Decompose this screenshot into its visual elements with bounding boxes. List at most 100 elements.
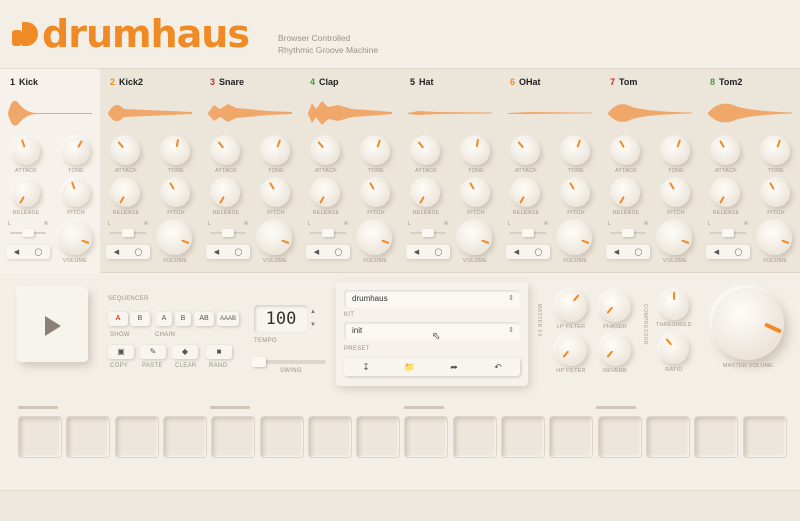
instrument-channel-tom2[interactable]: 8 Tom2 ATTACK TONE RELEASE PITCH L R ◀ ◯ …	[700, 69, 800, 274]
chain-aaab-button[interactable]: AAAB	[217, 312, 239, 326]
sequencer-step[interactable]	[18, 416, 62, 458]
attack-knob[interactable]	[612, 137, 640, 165]
tone-knob[interactable]	[62, 137, 90, 165]
tempo-stepper[interactable]: ▲ ▼	[310, 306, 316, 332]
instrument-channel-kick[interactable]: 1 Kick ATTACK TONE RELEASE PITCH L R ◀ ◯ …	[0, 69, 100, 274]
tone-knob[interactable]	[162, 137, 190, 165]
pan-thumb[interactable]	[22, 229, 34, 237]
pan-slider[interactable]: L R	[6, 221, 50, 239]
attack-knob[interactable]	[12, 137, 40, 165]
swing-thumb[interactable]	[252, 357, 266, 367]
preset-select[interactable]: drumhaus ⇕	[344, 290, 520, 308]
tone-knob[interactable]	[662, 137, 690, 165]
tempo-up-icon[interactable]: ▲	[310, 306, 316, 319]
chain-ab-button[interactable]: AB	[194, 312, 214, 326]
reset-icon[interactable]: ↶	[476, 358, 520, 376]
chain-a-button[interactable]: A	[156, 312, 172, 326]
sequencer-step[interactable]	[501, 416, 545, 458]
pan-slider[interactable]: L R	[706, 221, 750, 239]
attack-knob[interactable]	[212, 137, 240, 165]
ratio-knob[interactable]	[659, 334, 689, 364]
release-knob[interactable]	[112, 179, 140, 207]
pan-slider[interactable]: L R	[506, 221, 550, 239]
pitch-knob[interactable]	[462, 179, 490, 207]
attack-knob[interactable]	[512, 137, 540, 165]
mute-speaker-icon[interactable]: ◀	[14, 248, 19, 256]
tone-knob[interactable]	[462, 137, 490, 165]
pitch-knob[interactable]	[62, 179, 90, 207]
tone-knob[interactable]	[562, 137, 590, 165]
sequencer-step[interactable]	[162, 416, 207, 458]
hp-filter-knob[interactable]	[555, 334, 587, 366]
lp-filter-knob[interactable]	[555, 290, 587, 322]
pan-slider[interactable]: L R	[106, 221, 150, 239]
attack-knob[interactable]	[712, 137, 740, 165]
phaser-knob[interactable]	[599, 290, 631, 322]
headphones-icon[interactable]: ◯	[134, 248, 142, 256]
sequencer-step[interactable]	[259, 416, 304, 458]
pan-thumb[interactable]	[622, 229, 634, 237]
sequencer-step[interactable]	[549, 416, 594, 458]
volume-knob[interactable]	[658, 221, 692, 255]
volume-knob[interactable]	[58, 221, 92, 255]
tone-knob[interactable]	[262, 137, 290, 165]
mute-speaker-icon[interactable]: ◀	[214, 248, 219, 256]
pan-thumb[interactable]	[322, 229, 334, 237]
release-knob[interactable]	[412, 179, 440, 207]
mute-speaker-icon[interactable]: ◀	[114, 248, 119, 256]
headphones-icon[interactable]: ◯	[334, 248, 342, 256]
master-volume-knob[interactable]	[712, 288, 784, 360]
headphones-icon[interactable]: ◯	[634, 248, 642, 256]
release-knob[interactable]	[212, 179, 240, 207]
headphones-icon[interactable]: ◯	[734, 248, 742, 256]
pan-slider[interactable]: L R	[206, 221, 250, 239]
instrument-title[interactable]: 3 Snare	[210, 77, 244, 87]
pitch-knob[interactable]	[262, 179, 290, 207]
instrument-channel-ohat[interactable]: 6 OHat ATTACK TONE RELEASE PITCH L R ◀ ◯ …	[500, 69, 600, 274]
instrument-title[interactable]: 7 Tom	[610, 77, 637, 87]
headphones-icon[interactable]: ◯	[234, 248, 242, 256]
sequencer-step[interactable]	[452, 416, 497, 458]
threshold-knob[interactable]	[659, 290, 689, 320]
instrument-title[interactable]: 8 Tom2	[710, 77, 742, 87]
sequencer-step[interactable]	[694, 416, 739, 458]
mute-speaker-icon[interactable]: ◀	[414, 248, 419, 256]
reverb-knob[interactable]	[599, 334, 631, 366]
instrument-title[interactable]: 4 Clap	[310, 77, 339, 87]
headphones-icon[interactable]: ◯	[434, 248, 442, 256]
instrument-channel-tom[interactable]: 7 Tom ATTACK TONE RELEASE PITCH L R ◀ ◯ V…	[600, 69, 700, 274]
release-knob[interactable]	[612, 179, 640, 207]
attack-knob[interactable]	[112, 137, 140, 165]
release-knob[interactable]	[12, 179, 40, 207]
mute-speaker-icon[interactable]: ◀	[714, 248, 719, 256]
attack-knob[interactable]	[312, 137, 340, 165]
copy-button[interactable]: ▣	[108, 345, 134, 359]
sequencer-step[interactable]	[742, 416, 787, 458]
share-icon[interactable]: ➦	[432, 358, 476, 376]
sequencer-step[interactable]	[645, 416, 690, 458]
sequencer-step[interactable]	[356, 416, 401, 458]
chain-b-button[interactable]: B	[175, 312, 191, 326]
headphones-icon[interactable]: ◯	[534, 248, 542, 256]
clear-button[interactable]: ◆	[172, 345, 198, 359]
pan-thumb[interactable]	[522, 229, 534, 237]
pan-slider[interactable]: L R	[606, 221, 650, 239]
random-button[interactable]: ■	[206, 345, 232, 359]
instrument-title[interactable]: 2 Kick2	[110, 77, 143, 87]
sequencer-step[interactable]	[114, 416, 159, 458]
volume-knob[interactable]	[558, 221, 592, 255]
tone-knob[interactable]	[762, 137, 790, 165]
play-button[interactable]	[18, 288, 88, 362]
pitch-knob[interactable]	[662, 179, 690, 207]
tone-knob[interactable]	[362, 137, 390, 165]
volume-knob[interactable]	[358, 221, 392, 255]
pan-thumb[interactable]	[422, 229, 434, 237]
mute-speaker-icon[interactable]: ◀	[314, 248, 319, 256]
instrument-channel-clap[interactable]: 4 Clap ATTACK TONE RELEASE PITCH L R ◀ ◯ …	[300, 69, 400, 274]
instrument-channel-snare[interactable]: 3 Snare ATTACK TONE RELEASE PITCH L R ◀ ◯…	[200, 69, 300, 274]
volume-knob[interactable]	[458, 221, 492, 255]
sequencer-step[interactable]	[404, 416, 449, 458]
pitch-knob[interactable]	[562, 179, 590, 207]
release-knob[interactable]	[312, 179, 340, 207]
sequencer-step[interactable]	[211, 416, 256, 458]
